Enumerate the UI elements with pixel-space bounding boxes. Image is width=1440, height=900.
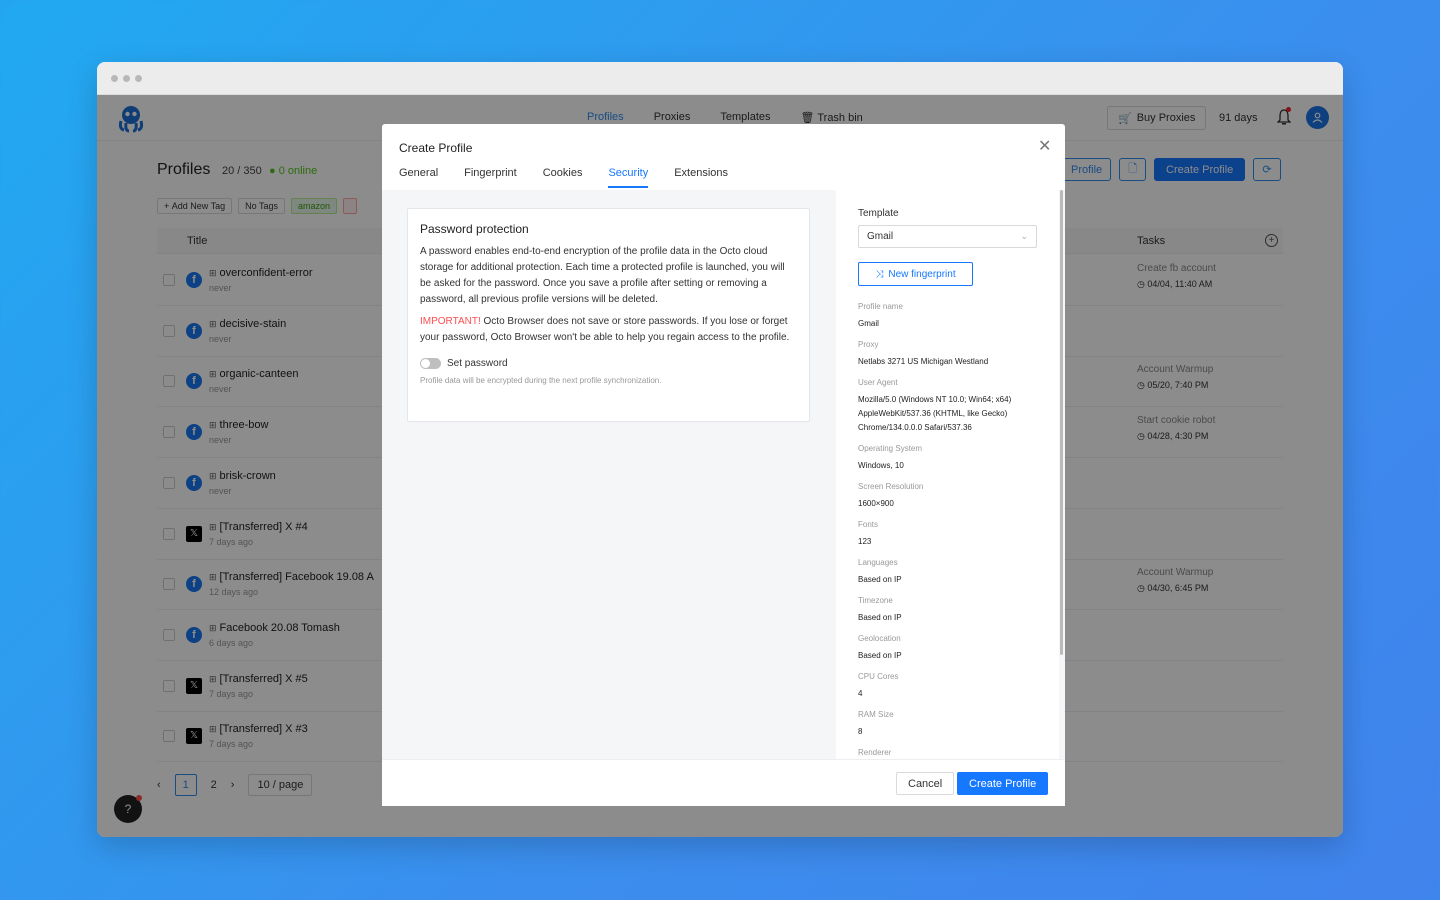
new-fingerprint-label: New fingerprint [888, 268, 956, 280]
property-value: Gmail [858, 319, 879, 328]
property-label: Timezone [858, 596, 893, 605]
modal-title: Create Profile [399, 141, 473, 155]
tab-general[interactable]: General [399, 167, 438, 188]
property-label: Geolocation [858, 634, 901, 643]
tab-fingerprint[interactable]: Fingerprint [464, 167, 517, 188]
set-password-toggle[interactable] [420, 358, 441, 369]
encryption-hint: Profile data will be encrypted during th… [420, 376, 662, 385]
template-value: Gmail [867, 231, 894, 242]
template-select[interactable]: Gmail ⌄ [858, 225, 1037, 248]
property-value: Based on IP [858, 575, 902, 584]
property-value: 123 [858, 537, 872, 546]
password-protection-description: A password enables end-to-end encryption… [420, 246, 785, 305]
modal-tabs: General Fingerprint Cookies Security Ext… [399, 167, 728, 188]
property-label: Renderer [858, 748, 892, 757]
tab-extensions[interactable]: Extensions [674, 167, 728, 188]
property-label: CPU Cores [858, 672, 899, 681]
window-dot[interactable] [123, 74, 130, 82]
property-value: Windows, 10 [858, 461, 904, 470]
create-profile-button[interactable]: Create Profile [957, 772, 1049, 795]
window-dot[interactable] [111, 74, 118, 82]
property-label: Screen Resolution [858, 482, 924, 491]
cancel-button[interactable]: Cancel [896, 772, 955, 795]
property-value: 1600×900 [858, 499, 894, 508]
set-password-label: Set password [447, 358, 508, 369]
property-label: Fonts [858, 520, 879, 529]
property-value: Netlabs 3271 US Michigan Westland [858, 357, 989, 366]
panel-scrollbar[interactable] [1060, 190, 1063, 655]
property-label: User Agent [858, 378, 898, 387]
property-label: RAM Size [858, 710, 894, 719]
password-protection-card: Password protection A password enables e… [407, 208, 810, 422]
property-label: Proxy [858, 340, 879, 349]
shuffle-icon: ⤨ [875, 268, 884, 280]
window-dot[interactable] [135, 74, 142, 82]
property-value: Mozilla/5.0 (Windows NT 10.0; Win64; x64… [858, 395, 1012, 432]
tab-cookies[interactable]: Cookies [543, 167, 583, 188]
new-fingerprint-button[interactable]: ⤨ New fingerprint [858, 262, 973, 286]
property-label: Profile name [858, 302, 903, 311]
create-profile-modal: Create Profile ✕ General Fingerprint Coo… [382, 124, 1065, 806]
window-titlebar [97, 62, 1343, 95]
modal-footer: Cancel Create Profile [382, 759, 1065, 806]
important-note: IMPORTANT! Octo Browser does not save or… [420, 314, 797, 346]
profile-summary-panel: Template Gmail ⌄ ⤨ New fingerprint Profi… [836, 190, 1059, 759]
set-password-row: Set password [420, 358, 797, 369]
tab-security[interactable]: Security [608, 167, 649, 188]
important-label: IMPORTANT! [420, 316, 481, 327]
password-protection-title: Password protection [420, 222, 529, 236]
modal-body: Password protection A password enables e… [382, 190, 1065, 759]
property-label: Languages [858, 558, 898, 567]
fingerprint-properties: Profile name Gmail Proxy Netlabs 3271 US Mi… [858, 302, 1037, 759]
chevron-down-icon: ⌄ [1020, 231, 1028, 241]
property-label: Operating System [858, 444, 923, 453]
property-value: Based on IP [858, 613, 902, 622]
property-value: 4 [858, 689, 863, 698]
close-icon[interactable]: ✕ [1038, 136, 1051, 156]
property-value: 8 [858, 727, 863, 736]
property-value: Based on IP [858, 651, 902, 660]
template-label: Template [858, 208, 899, 219]
